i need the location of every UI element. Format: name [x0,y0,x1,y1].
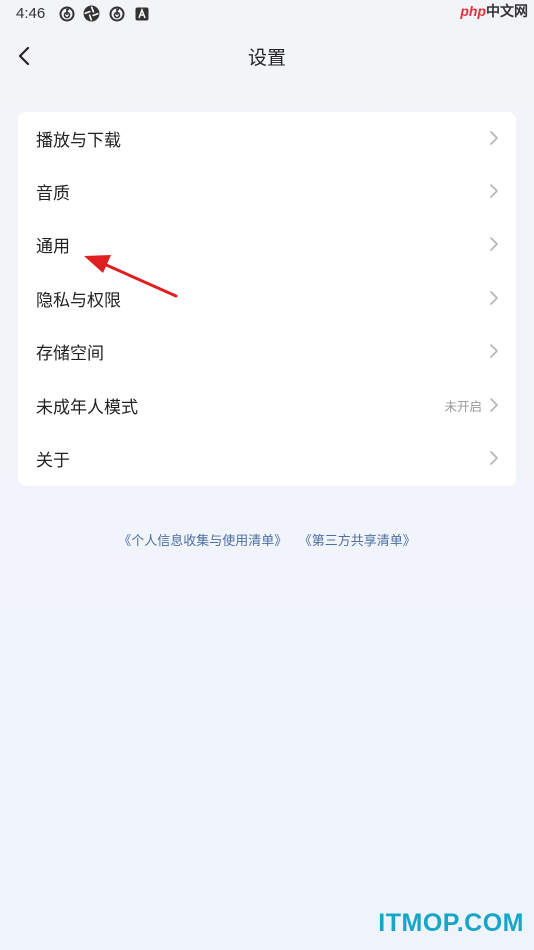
settings-item-minor-mode[interactable]: 未成年人模式 未开启 [18,379,516,432]
settings-item-audio-quality[interactable]: 音质 [18,165,516,218]
footer-links: 《个人信息收集与使用清单》 《第三方共享清单》 [0,530,534,549]
nav-bar: 设置 [0,36,534,76]
settings-item-label: 未成年人模式 [36,398,138,418]
page-title: 设置 [247,47,286,69]
settings-item-storage[interactable]: 存储空间 [18,325,516,378]
status-icons [58,5,150,22]
settings-item-label: 通用 [36,237,70,257]
watermark-zh: 中文网 [486,3,528,19]
chevron-right-icon [490,398,498,412]
netease-music-icon [58,5,75,22]
third-party-sharing-list-link[interactable]: 《第三方共享清单》 [305,534,416,549]
settings-item-label: 隐私与权限 [36,291,121,311]
watermark-php: php [460,3,486,19]
personal-info-list-link[interactable]: 《个人信息收集与使用清单》 [118,534,287,549]
chevron-right-icon [490,184,498,198]
aperture-icon [83,5,100,22]
chevron-right-icon [490,291,498,305]
watermark-itmop: ITMOP.COM [378,909,524,937]
netease-music-icon [108,5,125,22]
settings-item-label: 音质 [36,184,70,204]
watermark-php-cn: php 中文网 [460,0,528,22]
chevron-right-icon [490,237,498,251]
status-time: 4:46 [16,5,46,22]
settings-item-about[interactable]: 关于 [18,432,516,485]
settings-list: 播放与下载 音质 通用 隐私与权限 存储空间 未成年人模式 未开启 关于 [18,112,516,486]
notification-a-icon [133,5,150,22]
settings-item-general[interactable]: 通用 [18,218,516,271]
status-bar: 4:46 php 中文网 [0,0,534,28]
settings-item-label: 播放与下载 [36,131,121,151]
minor-mode-status: 未开启 [444,399,482,414]
chevron-right-icon [490,451,498,465]
settings-item-label: 存储空间 [36,344,104,364]
chevron-right-icon [490,344,498,358]
settings-item-privacy-permissions[interactable]: 隐私与权限 [18,272,516,325]
settings-item-label: 关于 [36,451,70,471]
chevron-right-icon [490,131,498,145]
settings-item-playback-download[interactable]: 播放与下载 [18,112,516,165]
